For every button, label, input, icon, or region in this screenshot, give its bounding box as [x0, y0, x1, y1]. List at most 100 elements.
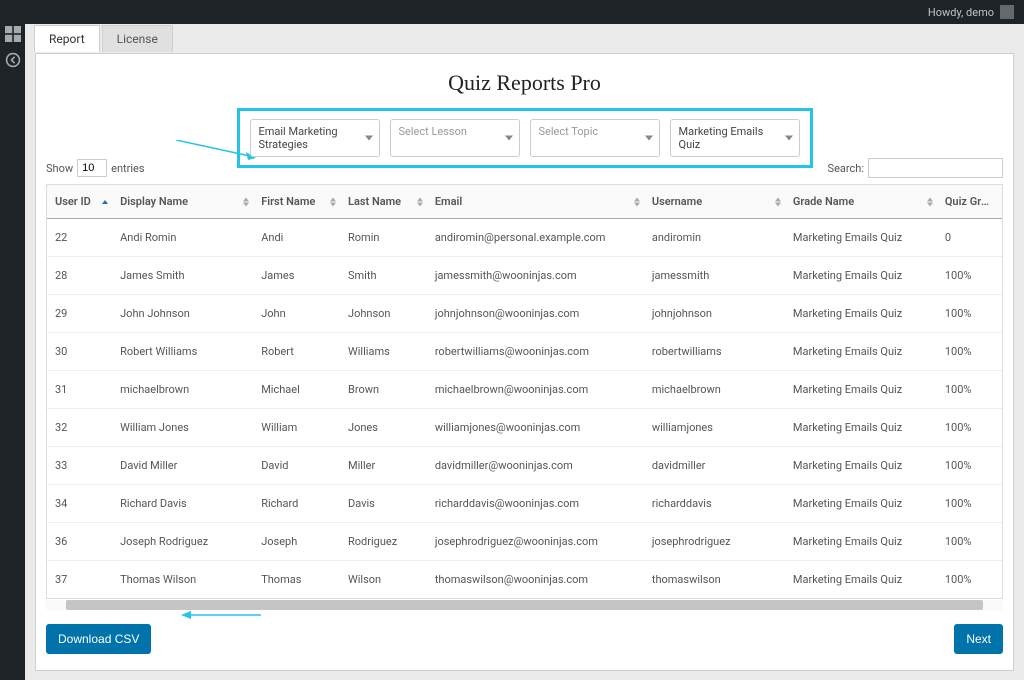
cell-last-name: Romin	[340, 219, 427, 257]
chevron-down-icon	[645, 136, 653, 141]
table-row: 22Andi RominAndiRominandiromin@personal.…	[47, 219, 1002, 257]
cell-last-name: Smith	[340, 257, 427, 295]
cell-grade-name: Marketing Emails Quiz	[785, 371, 937, 409]
cell-user-id: 22	[47, 219, 112, 257]
annotation-arrow-bottom-icon	[181, 608, 261, 622]
cell-username: robertwilliams	[644, 333, 785, 371]
cell-score: 100%	[937, 447, 1002, 485]
cell-username: josephrodriguez	[644, 523, 785, 561]
dashboard-icon[interactable]	[5, 26, 21, 42]
cell-last-name: Johnson	[340, 295, 427, 333]
tab-report[interactable]: Report	[34, 25, 100, 52]
th-email-label: Email	[435, 195, 462, 208]
lesson-select[interactable]: Select Lesson	[390, 119, 520, 157]
cell-grade-name: Marketing Emails Quiz	[785, 219, 937, 257]
course-select[interactable]: Email Marketing Strategies	[250, 119, 380, 157]
cell-display-name: David Miller	[112, 447, 253, 485]
table-row: 33David MillerDavidMillerdavidmiller@woo…	[47, 447, 1002, 485]
collapse-icon[interactable]	[5, 52, 21, 68]
cell-first-name: James	[253, 257, 340, 295]
cell-first-name: Joseph	[253, 523, 340, 561]
next-button[interactable]: Next	[954, 624, 1003, 654]
cell-first-name: Michael	[253, 371, 340, 409]
th-username[interactable]: Username	[644, 185, 785, 219]
cell-user-id: 28	[47, 257, 112, 295]
th-user-id[interactable]: User ID	[47, 185, 112, 219]
chevron-down-icon	[785, 136, 793, 141]
page-title: Quiz Reports Pro	[46, 62, 1003, 108]
sort-icon	[243, 197, 249, 206]
tab-license[interactable]: License	[102, 25, 173, 52]
cell-email: williamjones@wooninjas.com	[427, 409, 644, 447]
topic-select-placeholder: Select Topic	[539, 125, 599, 138]
sort-icon	[330, 197, 336, 206]
quiz-select[interactable]: Marketing Emails Quiz	[670, 119, 800, 157]
download-csv-button[interactable]: Download CSV	[46, 624, 151, 654]
sort-icon	[927, 197, 933, 206]
table-row: 28James SmithJamesSmithjamessmith@woonin…	[47, 257, 1002, 295]
user-avatar-icon[interactable]	[1000, 5, 1014, 19]
cell-user-id: 29	[47, 295, 112, 333]
admin-topbar: Howdy, demo	[0, 0, 1024, 24]
cell-display-name: Richard Davis	[112, 485, 253, 523]
entries-input[interactable]	[77, 159, 107, 177]
cell-first-name: John	[253, 295, 340, 333]
cell-email: robertwilliams@wooninjas.com	[427, 333, 644, 371]
cell-score: 100%	[937, 257, 1002, 295]
cell-email: richarddavis@wooninjas.com	[427, 485, 644, 523]
horizontal-scrollbar[interactable]	[46, 600, 1003, 610]
cell-first-name: William	[253, 409, 340, 447]
table-row: 30Robert WilliamsRobertWilliamsrobertwil…	[47, 333, 1002, 371]
cell-score: 100%	[937, 333, 1002, 371]
cell-user-id: 37	[47, 561, 112, 599]
th-grade-name[interactable]: Grade Name	[785, 185, 937, 219]
table-footer: Download CSV Next	[46, 624, 1003, 654]
cell-grade-name: Marketing Emails Quiz	[785, 295, 937, 333]
search-input[interactable]	[868, 158, 1003, 178]
cell-username: johnjohnson	[644, 295, 785, 333]
cell-username: andiromin	[644, 219, 785, 257]
show-entries: Show entries	[46, 159, 145, 177]
cell-email: jamessmith@wooninjas.com	[427, 257, 644, 295]
cell-display-name: William Jones	[112, 409, 253, 447]
cell-last-name: Miller	[340, 447, 427, 485]
table-row: 29John JohnsonJohnJohnsonjohnjohnson@woo…	[47, 295, 1002, 333]
quiz-select-value: Marketing Emails Quiz	[679, 125, 764, 151]
cell-last-name: Wilson	[340, 561, 427, 599]
th-display-name-label: Display Name	[120, 195, 188, 208]
cell-score: 100%	[937, 295, 1002, 333]
cell-email: michaelbrown@wooninjas.com	[427, 371, 644, 409]
th-display-name[interactable]: Display Name	[112, 185, 253, 219]
cell-score: 100%	[937, 561, 1002, 599]
cell-user-id: 32	[47, 409, 112, 447]
cell-first-name: Robert	[253, 333, 340, 371]
cell-first-name: David	[253, 447, 340, 485]
cell-user-id: 30	[47, 333, 112, 371]
howdy-text[interactable]: Howdy, demo	[928, 6, 994, 19]
cell-username: thomaswilson	[644, 561, 785, 599]
cell-display-name: James Smith	[112, 257, 253, 295]
th-email[interactable]: Email	[427, 185, 644, 219]
cell-display-name: Robert Williams	[112, 333, 253, 371]
sort-icon	[634, 197, 640, 206]
scrollbar-thumb[interactable]	[66, 600, 983, 610]
topic-select[interactable]: Select Topic	[530, 119, 660, 157]
cell-username: davidmiller	[644, 447, 785, 485]
cell-display-name: michaelbrown	[112, 371, 253, 409]
course-select-value: Email Marketing Strategies	[259, 125, 338, 151]
th-quiz-grade-score[interactable]: Quiz Grade Score	[937, 185, 1002, 219]
cell-username: jamessmith	[644, 257, 785, 295]
sort-icon	[417, 197, 423, 206]
th-last-name[interactable]: Last Name	[340, 185, 427, 219]
cell-last-name: Brown	[340, 371, 427, 409]
search-label: Search:	[828, 162, 864, 175]
content-area: Report License Quiz Reports Pro Email Ma…	[25, 24, 1024, 680]
cell-grade-name: Marketing Emails Quiz	[785, 409, 937, 447]
th-last-name-label: Last Name	[348, 195, 401, 208]
lesson-select-placeholder: Select Lesson	[399, 125, 467, 138]
table-row: 34Richard DavisRichardDavisricharddavis@…	[47, 485, 1002, 523]
cell-score: 100%	[937, 371, 1002, 409]
th-user-id-label: User ID	[55, 195, 91, 208]
sort-icon	[775, 197, 781, 206]
th-first-name[interactable]: First Name	[253, 185, 340, 219]
